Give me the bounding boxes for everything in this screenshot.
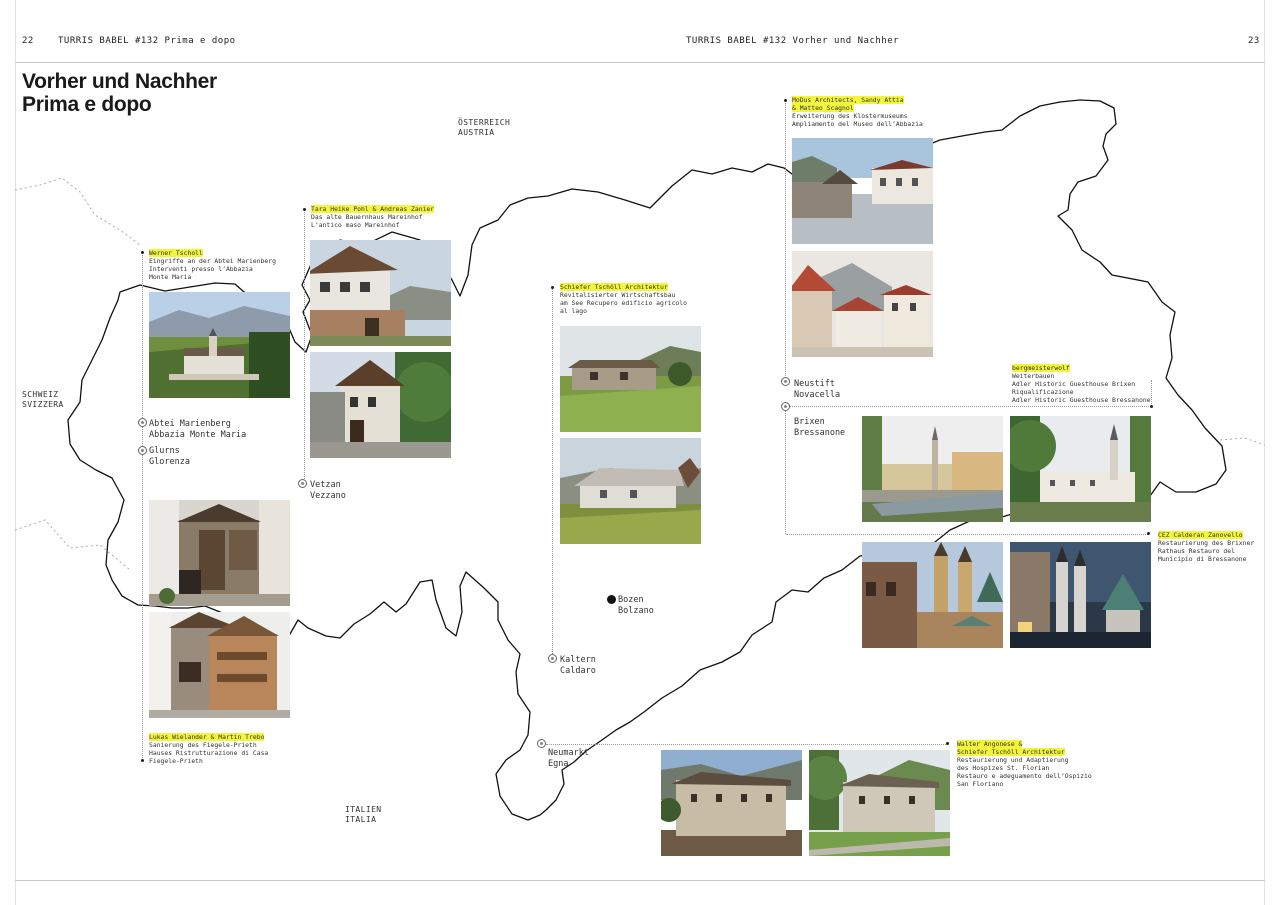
town-vetzan: Vetzan Vezzano: [310, 480, 346, 501]
town-marienberg: Abtei Marienberg Abbazia Monte Maria: [149, 419, 247, 440]
caption-wielander: Lukas Wielander & Martin Trebo Sanierung…: [149, 733, 269, 765]
architect-cez: CEZ Calderan Zanovello: [1158, 531, 1243, 539]
caption-cez: CEZ Calderan Zanovello Restaurierung des…: [1158, 531, 1255, 563]
caption-tscholl: Werner Tscholl Eingriffe an der Abtei Ma…: [149, 249, 276, 281]
architect-pohl: Tara Heike Pohl & Andreas Zanier: [311, 205, 435, 213]
photo-adler-after: [1010, 416, 1151, 522]
architect-angonese-2: Schiefer Tschöll Architektur: [957, 748, 1065, 756]
capital-dot-bozen: [607, 595, 616, 604]
neighbour-border: [14, 177, 141, 246]
leader-brixen-bergmeister: [786, 406, 1151, 407]
photo-lake-barn-before: [560, 326, 701, 432]
architect-modus-2: & Matteo Scagnol: [792, 104, 854, 112]
photo-abbey-museum-before: [792, 138, 933, 244]
pin-marienberg: [138, 418, 147, 427]
photo-mareinhof-exterior: [310, 240, 451, 346]
country-austria: ÖSTERREICH AUSTRIA: [458, 118, 511, 137]
architect-wielander: Lukas Wielander & Martin Trebo: [149, 733, 265, 741]
photo-mareinhof-courtyard: [310, 352, 451, 458]
leader-modus: [785, 100, 786, 380]
caption-dot-modus: [784, 99, 787, 102]
pin-brixen: [781, 402, 790, 411]
caption-modus: MoDus Architects, Sandy Attia & Matteo S…: [792, 96, 923, 128]
leader-brixen: [785, 408, 786, 534]
leader-tscholl: [142, 252, 143, 760]
caption-schiefer: Schiefer Tschöll Architektur Revitalisie…: [560, 283, 687, 315]
neighbour-border-east: [1219, 437, 1266, 446]
photo-fiegele-after: [149, 612, 290, 718]
country-italy: ITALIEN ITALIA: [345, 805, 382, 824]
architect-modus-1: MoDus Architects, Sandy Attia: [792, 96, 904, 104]
country-switzerland: SCHWEIZ SVIZZERA: [22, 390, 64, 409]
pin-glurns: [138, 446, 147, 455]
caption-dot-cez: [1147, 532, 1150, 535]
photo-marienberg-abbey: [149, 292, 290, 398]
town-neustift: Neustift Novacella: [794, 379, 841, 400]
architect-tscholl: Werner Tscholl: [149, 249, 203, 257]
caption-dot-pohl: [303, 208, 306, 211]
town-glurns: Glurns Glorenza: [149, 446, 190, 467]
town-brixen: Brixen Bressanone: [794, 417, 846, 438]
architect-bergmeister: bergmeisterwolf: [1012, 364, 1070, 372]
leader-pohl: [304, 209, 305, 481]
pin-neustift: [781, 377, 790, 386]
caption-angonese: Walter Angonese & Schiefer Tschöll Archi…: [957, 740, 1092, 788]
town-neumarkt: Neumarkt Egna: [548, 748, 589, 769]
photo-lake-barn-after: [560, 438, 701, 544]
architect-angonese-1: Walter Angonese &: [957, 740, 1023, 748]
leader-bergmeister: [1151, 380, 1152, 406]
photo-town-hall-after: [1010, 542, 1151, 648]
caption-dot-tscholl: [141, 251, 144, 254]
architect-schiefer: Schiefer Tschöll Architektur: [560, 283, 668, 291]
town-bozen: Bozen Bolzano: [618, 595, 654, 616]
caption-bergmeister: bergmeisterwolf Weiterbauen Adler Histor…: [1012, 364, 1151, 404]
caption-dot-wielander: [141, 759, 144, 762]
pin-neumarkt: [537, 739, 546, 748]
photo-hospice-before: [661, 750, 802, 856]
photo-abbey-museum-after: [792, 251, 933, 357]
leader-brixen-cez: [786, 534, 1148, 535]
pin-kaltern: [548, 654, 557, 663]
caption-dot-angonese: [946, 742, 949, 745]
leader-schiefer: [552, 287, 553, 654]
caption-dot-schiefer: [551, 286, 554, 289]
caption-pohl: Tara Heike Pohl & Andreas Zanier Das alt…: [311, 205, 435, 229]
pin-vetzan: [298, 479, 307, 488]
neighbour-border-south: [14, 519, 131, 571]
photo-adler-before: [862, 416, 1003, 522]
photo-town-hall-before: [862, 542, 1003, 648]
caption-dot-bergmeister: [1150, 405, 1153, 408]
leader-neumarkt: [546, 744, 948, 745]
photo-fiegele-before: [149, 500, 290, 606]
photo-hospice-after: [809, 750, 950, 856]
town-kaltern: Kaltern Caldaro: [560, 655, 596, 676]
